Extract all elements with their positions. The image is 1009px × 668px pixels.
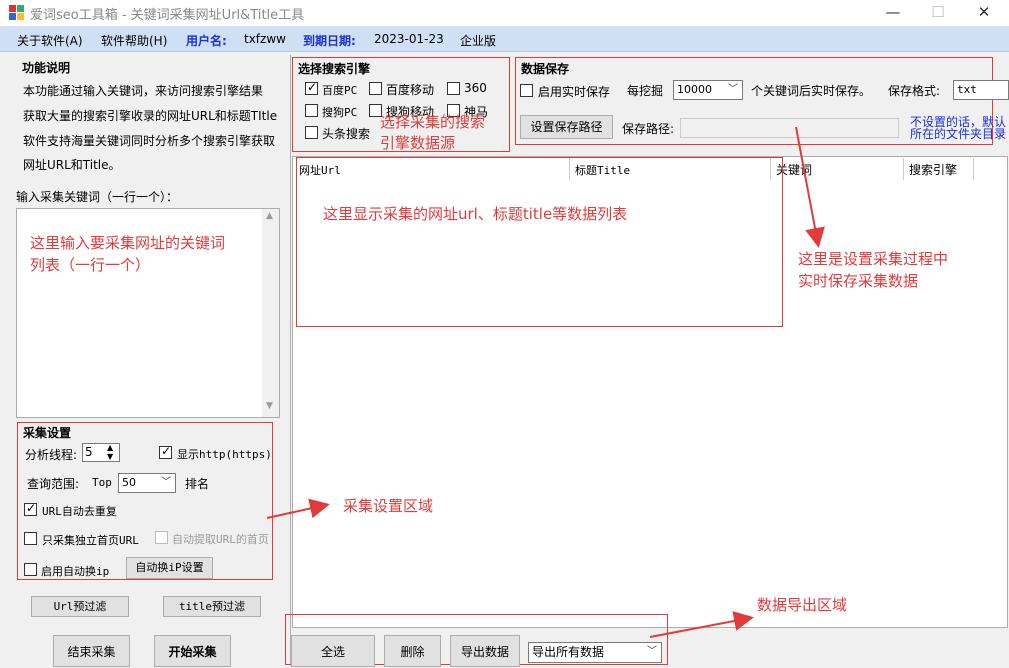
intro-line: 网址URL和Title。 (23, 158, 121, 172)
keywords-scrollbar[interactable]: ▲ ▼ (262, 209, 279, 417)
minimize-button[interactable]: — (870, 0, 916, 26)
column-divider[interactable] (973, 158, 974, 180)
path-hint: 所在的文件夹目录 (910, 127, 1007, 141)
homepage-only-checkbox[interactable] (24, 532, 37, 545)
select-all-button[interactable]: 全选 (291, 635, 375, 667)
intro-heading: 功能说明 (22, 61, 71, 75)
table-annotation-box (296, 157, 783, 327)
edition-label: 企业版 (460, 34, 497, 48)
engine-sogou-pc-checkbox[interactable] (305, 104, 318, 117)
annotation-settings: 采集设置区域 (343, 497, 434, 515)
threads-label: 分析线程: (25, 448, 78, 462)
keywords-label: 输入采集关键词（一行一个）： (16, 190, 179, 204)
column-divider[interactable] (903, 158, 904, 180)
spin-down-icon[interactable]: ▼ (107, 452, 113, 461)
threads-spinner[interactable]: 5 ▲ ▼ (82, 443, 120, 462)
intro-line: 软件支持海量关键词同时分析多个搜索引擎获取 (23, 134, 276, 148)
export-button[interactable]: 导出数据 (450, 635, 520, 667)
annotation-keywords: 这里输入要采集网址的关键词 列表（一行一个） (30, 234, 226, 274)
homepage-only-label: 只采集独立首页URL (42, 534, 139, 547)
title-filter-button[interactable]: title预过滤 (163, 596, 261, 617)
range-label: 查询范围: (27, 477, 80, 491)
top-select-value: 50 (122, 476, 136, 489)
close-button[interactable]: ✕ (961, 0, 1007, 26)
annotation-export: 数据导出区域 (757, 596, 848, 614)
path-label: 保存路径: (622, 122, 675, 136)
auto-extract-home-label: 自动提取URL的首页 (172, 533, 269, 546)
chevron-down-icon: ﹀ (647, 646, 657, 657)
scroll-down-icon[interactable]: ▼ (266, 401, 273, 411)
expiry-label: 到期日期: (303, 34, 356, 48)
maximize-button[interactable]: ☐ (915, 0, 961, 26)
engine-toutiao-checkbox[interactable] (305, 126, 318, 139)
column-header-engine[interactable]: 搜索引擎 (909, 161, 957, 178)
rank-label: 排名 (185, 477, 210, 491)
format-value: txt (957, 83, 977, 96)
engine-label: 搜狗PC (322, 106, 358, 119)
dedupe-label: URL自动去重复 (42, 505, 117, 518)
auto-extract-home-checkbox[interactable] (155, 531, 168, 544)
realtime-save-label: 启用实时保存 (538, 85, 611, 99)
spin-up-icon[interactable]: ▲ (107, 443, 113, 452)
start-button[interactable]: 开始采集 (154, 635, 231, 667)
realtime-save-checkbox[interactable] (520, 84, 533, 97)
set-path-button[interactable]: 设置保存路径 (520, 115, 613, 139)
annotation-save: 这里是设置采集过程中 实时保存采集数据 (798, 250, 949, 290)
stop-button[interactable]: 结束采集 (53, 635, 130, 667)
show-http-label: 显示http(https) (177, 448, 272, 461)
export-option-value: 导出所有数据 (532, 645, 605, 659)
annotation-table: 这里显示采集的网址url、标题title等数据列表 (323, 205, 628, 223)
engine-label: 360 (464, 81, 487, 95)
expiry-value: 2023-01-23 (374, 32, 444, 46)
auto-ip-checkbox[interactable] (24, 563, 37, 576)
show-http-checkbox[interactable] (159, 444, 172, 459)
every-label: 每挖掘 (627, 84, 664, 98)
window-title: 爱词seo工具箱 - 关键词采集网址Url&Title工具 (30, 8, 305, 23)
menu-help[interactable]: 软件帮助(H) (101, 32, 167, 49)
username-value: txfzww (244, 32, 286, 46)
intro-line: 本功能通过输入关键词，来访问搜索引擎结果 (23, 84, 264, 98)
top-label: Top (92, 476, 112, 489)
auto-ip-settings-button[interactable]: 自动换iP设置 (126, 557, 213, 579)
top-select[interactable]: 50 ﹀ (118, 473, 176, 493)
username-label: 用户名: (186, 34, 227, 48)
format-label: 保存格式: (888, 84, 941, 98)
engine-360-checkbox[interactable] (447, 82, 460, 95)
every-value: 10000 (677, 83, 712, 96)
dedupe-checkbox[interactable] (24, 501, 37, 516)
engine-label: 百度移动 (386, 83, 435, 97)
auto-ip-label: 启用自动换ip (41, 565, 110, 578)
menu-about[interactable]: 关于软件(A) (17, 32, 83, 49)
delete-button[interactable]: 删除 (384, 635, 441, 667)
app-icon (9, 5, 25, 20)
threads-value: 5 (85, 445, 93, 459)
after-label: 个关键词后实时保存。 (751, 84, 872, 98)
collect-heading: 采集设置 (23, 426, 72, 440)
engine-baidu-pc-checkbox[interactable] (305, 80, 318, 95)
scroll-up-icon[interactable]: ▲ (266, 211, 273, 221)
format-select[interactable]: txt (953, 80, 1009, 100)
chevron-down-icon: ﹀ (728, 84, 738, 95)
url-filter-button[interactable]: Url预过滤 (31, 596, 129, 617)
annotation-engines: 选择采集的搜索 引擎数据源 (380, 113, 486, 152)
engine-baidu-mobile-checkbox[interactable] (369, 82, 382, 95)
engine-label: 百度PC (322, 84, 358, 97)
engine-label: 头条搜索 (322, 127, 371, 141)
save-heading: 数据保存 (521, 62, 570, 76)
export-option-select[interactable]: 导出所有数据 ﹀ (528, 642, 662, 663)
engines-heading: 选择搜索引擎 (298, 62, 371, 76)
every-select[interactable]: 10000 ﹀ (673, 80, 743, 100)
chevron-down-icon: ﹀ (161, 477, 171, 488)
path-field[interactable] (680, 118, 899, 138)
intro-line: 获取大量的搜索引擎收录的网址URL和标题TItle (23, 109, 278, 123)
